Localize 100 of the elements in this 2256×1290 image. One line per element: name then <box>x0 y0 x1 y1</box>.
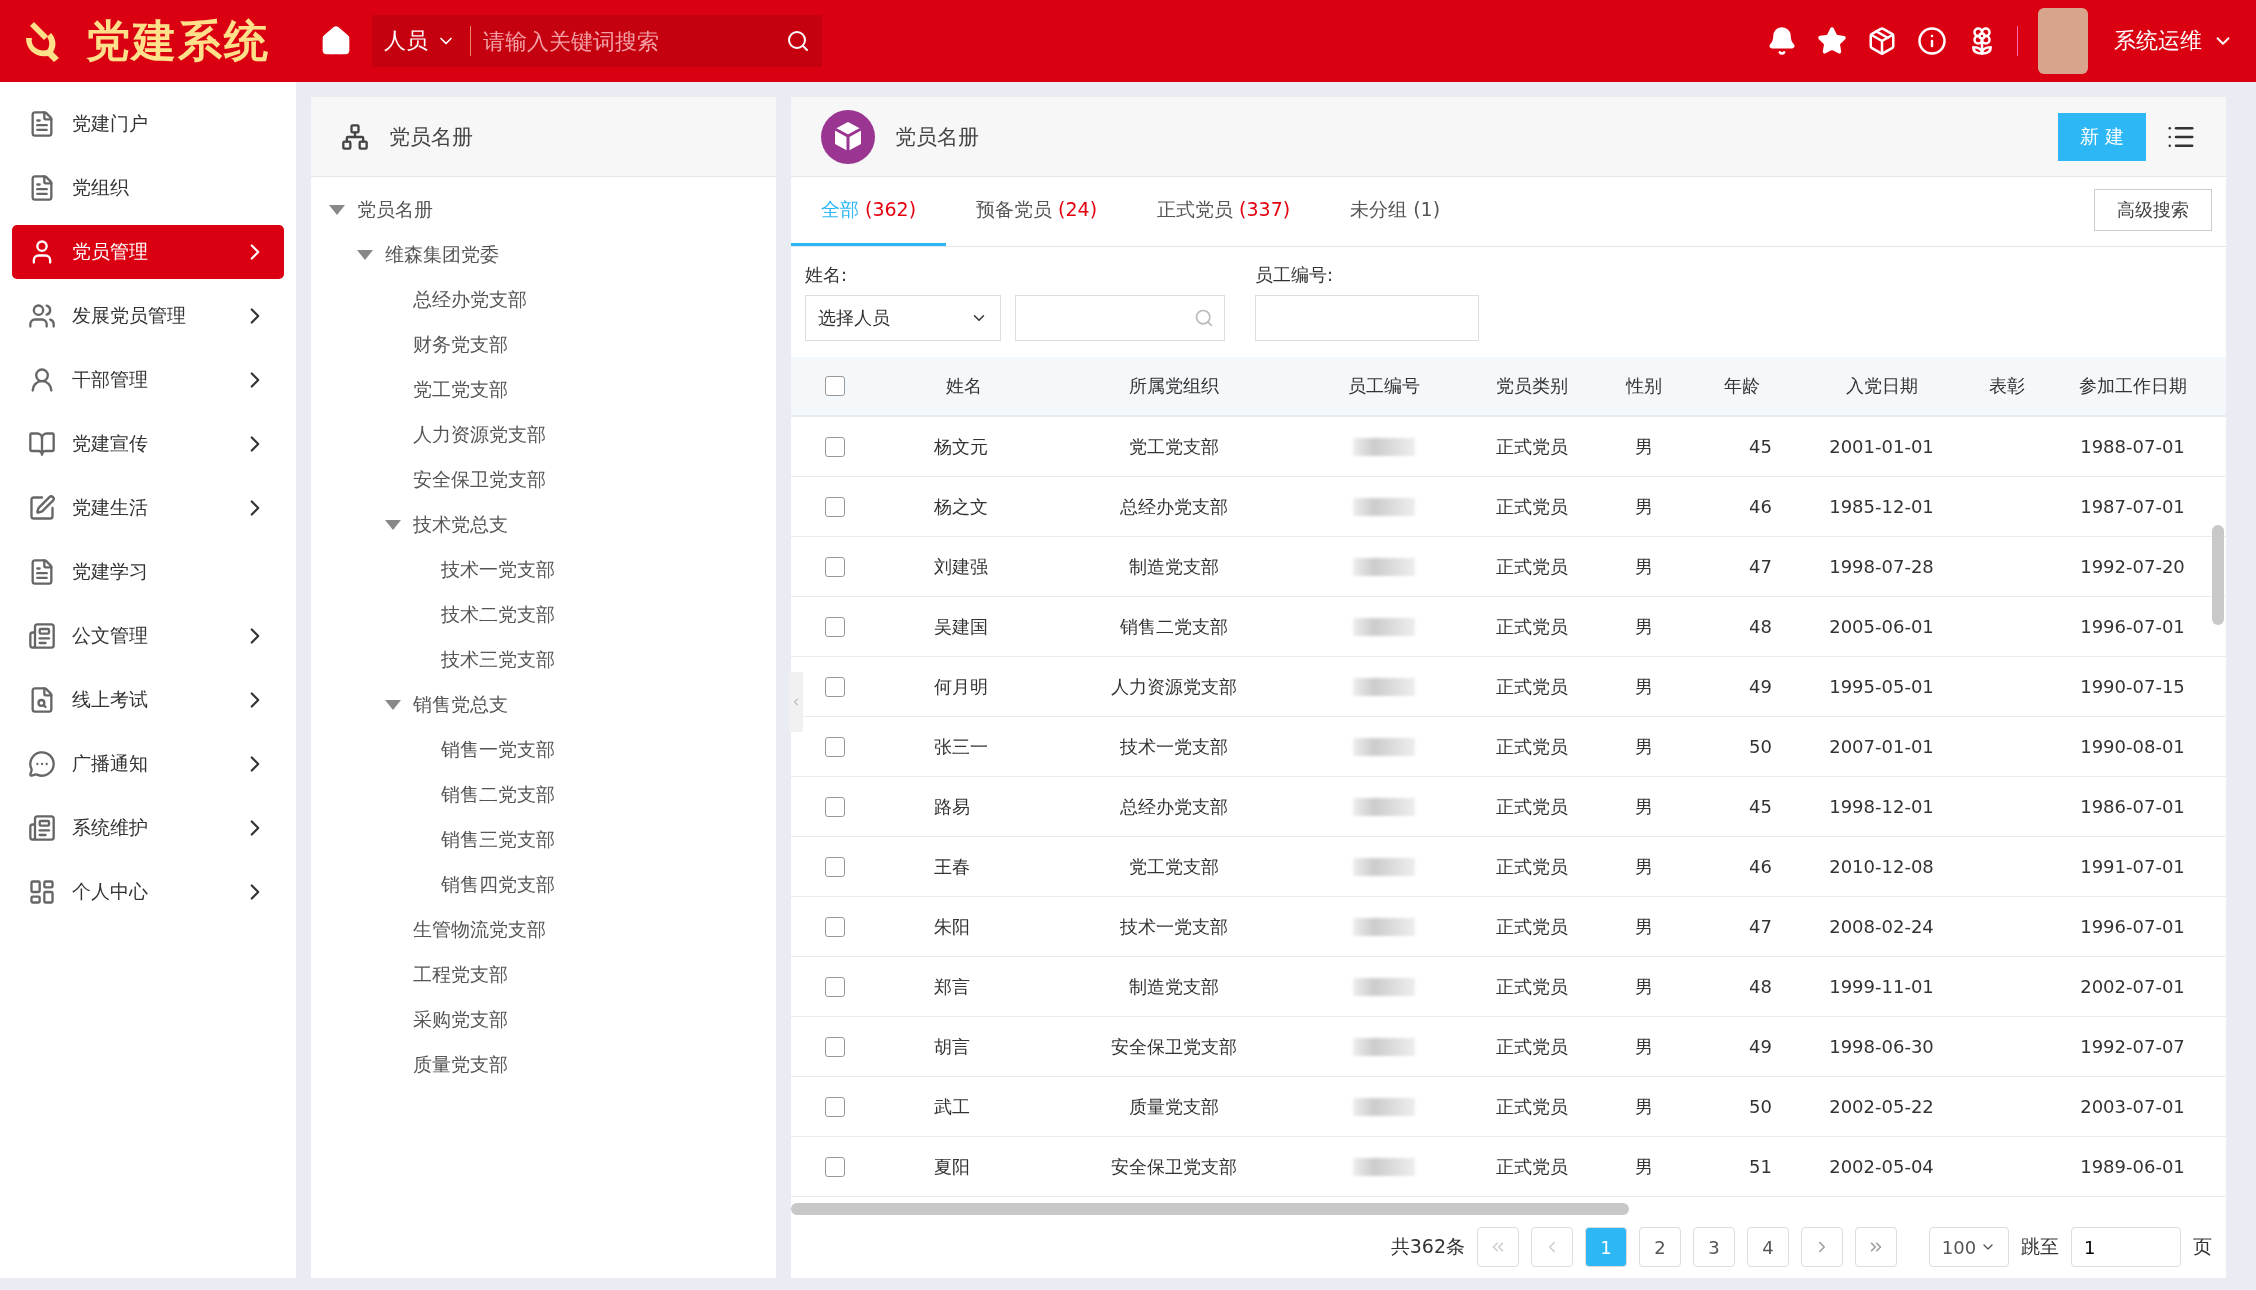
search-field[interactable]: 人员 请输入关键词搜索 <box>372 15 822 67</box>
sidebar-item[interactable]: 党组织 <box>12 161 284 215</box>
tree-item[interactable]: 质量党支部 <box>413 1051 508 1078</box>
tab[interactable]: 正式党员 (337) <box>1127 177 1321 246</box>
page-size-select[interactable]: 100 <box>1929 1227 2009 1267</box>
tree-item[interactable]: 销售二党支部 <box>441 781 555 808</box>
book-icon <box>28 430 56 458</box>
tree-item[interactable]: 销售一党支部 <box>441 736 555 763</box>
tree-item[interactable]: 采购党支部 <box>413 1006 508 1033</box>
table-cell-text: 51 <box>1748 1156 1773 1177</box>
sidebar-item[interactable]: 党建学习 <box>12 545 284 599</box>
tree-item[interactable]: 党工党支部 <box>413 376 508 403</box>
checkbox[interactable] <box>825 1036 845 1057</box>
checkbox[interactable] <box>825 496 845 517</box>
search-scope-select[interactable]: 人员 <box>384 26 471 56</box>
bell-icon[interactable] <box>1767 26 1797 56</box>
tab[interactable]: 未分组 (1) <box>1320 177 1471 246</box>
table-cell-text: 正式党员 <box>1494 614 1569 639</box>
checkbox[interactable] <box>825 796 845 817</box>
tree-item[interactable]: 技术党总支 <box>413 511 508 538</box>
checkbox[interactable] <box>825 556 845 577</box>
tree-item[interactable]: 技术二党支部 <box>441 601 555 628</box>
star-icon[interactable] <box>1817 26 1847 56</box>
tree-item[interactable]: 生管物流党支部 <box>413 916 546 943</box>
caret-icon[interactable] <box>385 519 401 530</box>
tree-item[interactable]: 安全保卫党支部 <box>413 466 546 493</box>
sidebar-item[interactable]: 党建门户 <box>12 97 284 151</box>
collapse-handle[interactable] <box>789 672 803 732</box>
sidebar-item[interactable]: 发展党员管理 <box>12 289 284 343</box>
table-cell-text: 党工党支部 <box>1128 854 1220 879</box>
tab[interactable]: 全部 (362) <box>791 177 947 246</box>
tree-item[interactable]: 工程党支部 <box>413 961 508 988</box>
table-cell-text: 男 <box>1634 734 1654 759</box>
cube-icon[interactable] <box>1867 26 1897 56</box>
table-cell-text: 男 <box>1634 614 1654 639</box>
person-select[interactable]: 选择人员 <box>805 295 1001 341</box>
name-search-field[interactable] <box>1015 295 1225 341</box>
page-button[interactable]: 4 <box>1747 1227 1789 1267</box>
table-cell-text: 男 <box>1634 974 1654 999</box>
page-suffix: 页 <box>2193 1234 2212 1259</box>
sidebar-item[interactable]: 党建宣传 <box>12 417 284 471</box>
table-cell-text: 2001-01-01 <box>1828 436 1935 457</box>
tree-item[interactable]: 维森集团党委 <box>385 241 499 268</box>
caret-icon[interactable] <box>385 699 401 710</box>
column-header: 党员类别 <box>1494 374 1569 398</box>
tree-item[interactable]: 财务党支部 <box>413 331 508 358</box>
checkbox[interactable] <box>825 436 845 457</box>
checkbox[interactable] <box>825 736 845 757</box>
table-cell-text: 1985-12-01 <box>1828 496 1935 517</box>
table-cell-text: 2002-05-04 <box>1828 1156 1935 1177</box>
table-cell-text: 王春 <box>933 854 971 879</box>
page-button[interactable]: 3 <box>1693 1227 1735 1267</box>
tree-item[interactable]: 销售三党支部 <box>441 826 555 853</box>
checkbox[interactable] <box>825 616 845 637</box>
sidebar-item[interactable]: 系统维护 <box>12 801 284 855</box>
table-cell-text: 正式党员 <box>1494 1034 1569 1059</box>
tree-item[interactable]: 销售党总支 <box>413 691 508 718</box>
checkbox[interactable] <box>825 916 845 937</box>
sidebar-item[interactable]: 干部管理 <box>12 353 284 407</box>
tree-item[interactable]: 党员名册 <box>357 196 433 223</box>
table-cell-text: 男 <box>1634 1154 1654 1179</box>
checkbox[interactable] <box>825 1156 845 1177</box>
checkbox[interactable] <box>825 856 845 877</box>
tree-item[interactable]: 技术三党支部 <box>441 646 555 673</box>
scrollbar-thumb[interactable] <box>791 1203 1629 1215</box>
redacted-id <box>1353 497 1415 516</box>
tree-item[interactable]: 销售四党支部 <box>441 871 555 898</box>
sidebar-item[interactable]: 广播通知 <box>12 737 284 791</box>
advanced-search-button[interactable]: 高级搜索 <box>2094 189 2212 231</box>
table-cell-text: 制造党支部 <box>1128 974 1220 999</box>
caret-icon[interactable] <box>329 204 345 215</box>
checkbox[interactable] <box>825 376 845 396</box>
table-cell-text: 2008-02-24 <box>1828 916 1935 937</box>
scrollbar-thumb[interactable] <box>2212 525 2224 625</box>
tab[interactable]: 预备党员 (24) <box>946 177 1128 246</box>
table-cell-text: 朱阳 <box>933 914 971 939</box>
sidebar-item[interactable]: 公文管理 <box>12 609 284 663</box>
home-icon[interactable] <box>320 25 352 57</box>
checkbox[interactable] <box>825 1096 845 1117</box>
tree-item[interactable]: 技术一党支部 <box>441 556 555 583</box>
page-input[interactable]: 1 <box>2071 1227 2181 1267</box>
user-menu[interactable]: 系统运维 <box>2108 25 2240 57</box>
checkbox[interactable] <box>825 676 845 697</box>
chat-icon <box>28 750 56 778</box>
table-cell-text: 男 <box>1634 494 1654 519</box>
info-icon[interactable] <box>1917 26 1947 56</box>
tree-item[interactable]: 总经办党支部 <box>413 286 527 313</box>
sidebar-item[interactable]: 个人中心 <box>12 865 284 919</box>
employee-id-field[interactable] <box>1255 295 1479 341</box>
page-button[interactable]: 2 <box>1639 1227 1681 1267</box>
sidebar-item[interactable]: 党建生活 <box>12 481 284 535</box>
last-page-button[interactable] <box>1855 1227 1897 1267</box>
checkbox[interactable] <box>825 976 845 997</box>
caret-icon[interactable] <box>357 249 373 260</box>
sidebar-item[interactable]: 党员管理 <box>12 225 284 279</box>
field-label: 员工编号: <box>1255 263 1335 287</box>
search-icon[interactable] <box>786 29 810 53</box>
sidebar-item[interactable]: 线上考试 <box>12 673 284 727</box>
table-cell-text: 吴建国 <box>933 614 989 639</box>
tree-item[interactable]: 人力资源党支部 <box>413 421 546 448</box>
